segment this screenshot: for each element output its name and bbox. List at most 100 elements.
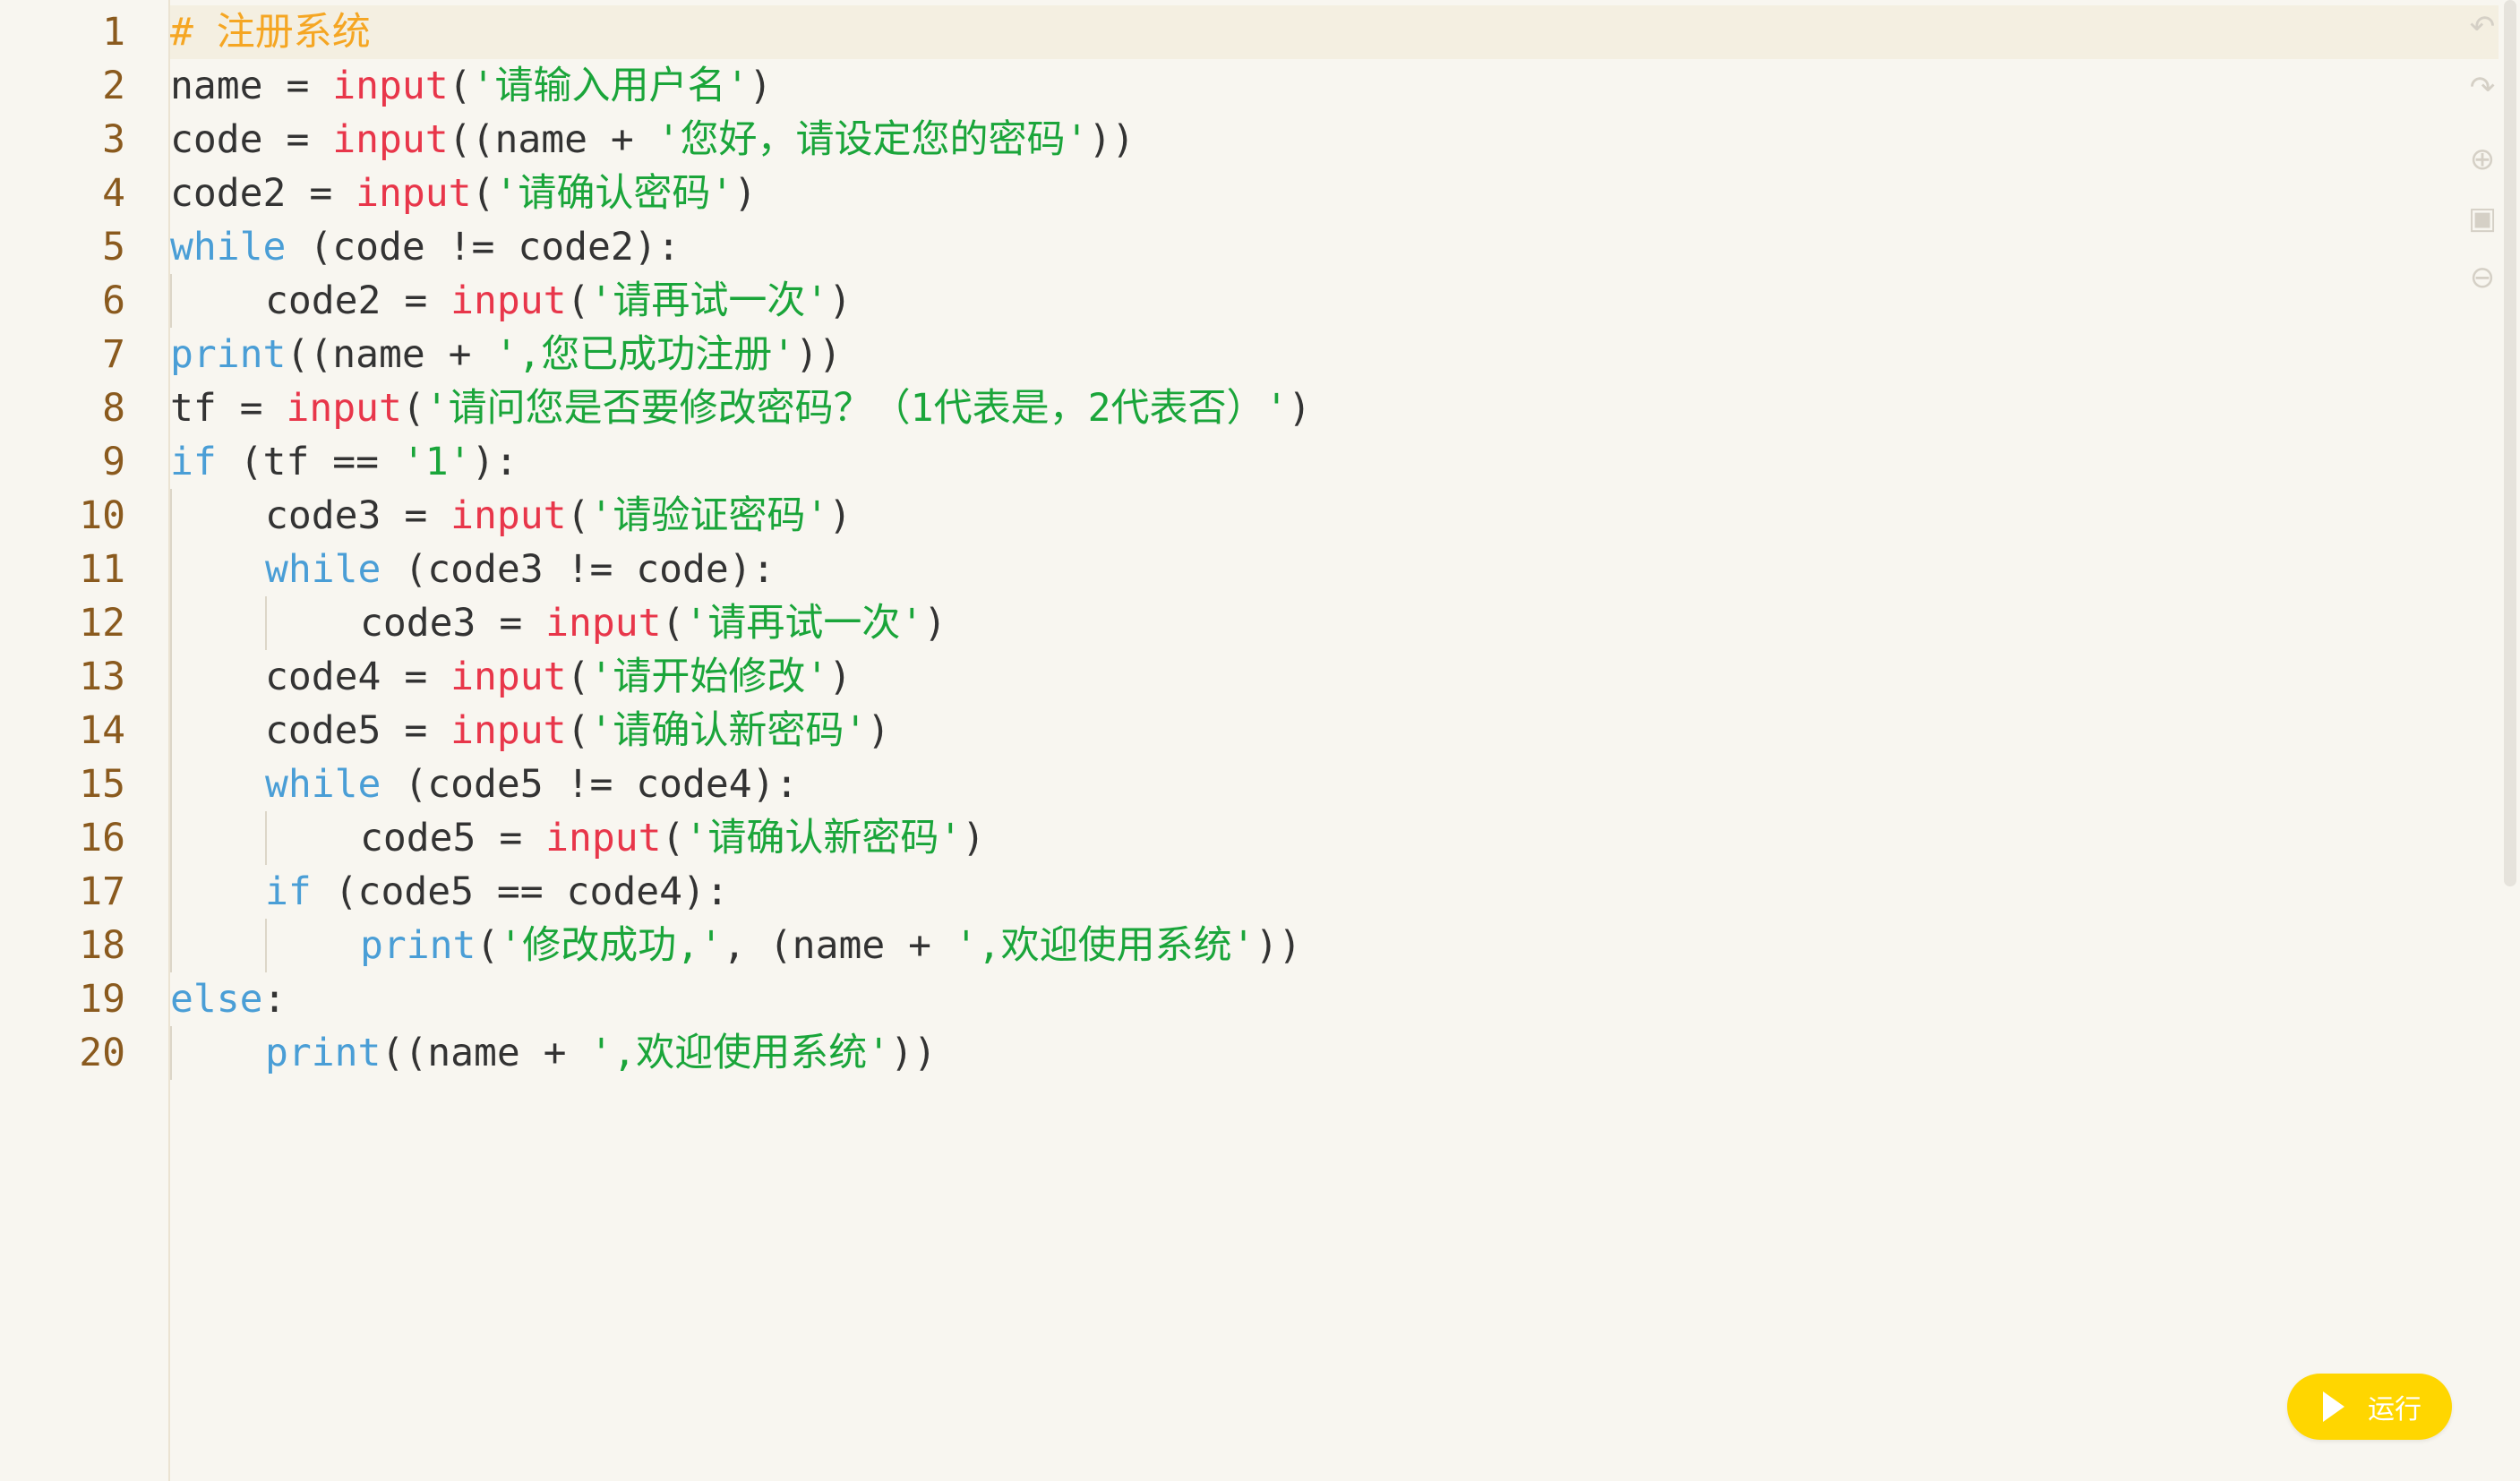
token-plain: (code5 != code4): (381, 762, 799, 807)
token-str: '请确认新密码' (589, 708, 868, 753)
vertical-scrollbar[interactable] (2504, 0, 2516, 886)
code-text[interactable]: code5 = input('请确认新密码') (360, 811, 985, 865)
token-str: ',欢迎使用系统' (589, 1031, 891, 1075)
indent-guide (170, 274, 172, 328)
token-fn: input (332, 117, 449, 162)
code-line[interactable]: 12 code3 = input('请再试一次') (0, 596, 2499, 650)
token-plain: ( (566, 708, 590, 753)
code-text[interactable]: code5 = input('请确认新密码') (265, 704, 890, 758)
code-line[interactable]: 17 if (code5 == code4): (0, 865, 2499, 919)
code-line[interactable]: 18 print('修改成功,', (name + ',欢迎使用系统')) (0, 919, 2499, 972)
token-plain: code5 = (265, 708, 451, 753)
code-line[interactable]: 5 while (code != code2): (0, 220, 2499, 274)
token-comment: # 注册系统 (170, 10, 371, 55)
indent-guide (170, 489, 172, 543)
code-text[interactable]: code = input((name + '您好，请设定您的密码')) (170, 113, 1135, 167)
code-lines[interactable]: 1 # 注册系统 2 name = input('请输入用户名') 3 code = in… (0, 5, 2499, 1080)
line-number: 17 (79, 869, 125, 914)
token-fn: input (450, 655, 567, 699)
code-text[interactable]: print((name + ',欢迎使用系统')) (265, 1026, 937, 1080)
code-line[interactable]: 14 code5 = input('请确认新密码') (0, 704, 2499, 758)
line-number: 3 (102, 117, 125, 162)
token-str: '请再试一次' (589, 278, 829, 323)
token-plain: tf = (170, 386, 287, 431)
token-str: '请确认新密码' (684, 816, 963, 860)
code-line[interactable]: 2 name = input('请输入用户名') (0, 59, 2499, 113)
token-str: '请再试一次' (684, 601, 924, 646)
code-line[interactable]: 9 if (tf == '1'): (0, 435, 2499, 489)
zoom-in-icon[interactable]: ⊕ (2464, 141, 2500, 177)
code-text[interactable]: while (code3 != code): (265, 543, 776, 596)
token-plain: )) (890, 1031, 937, 1075)
line-number: 2 (102, 64, 125, 108)
token-plain: (tf == (216, 440, 402, 484)
token-plain: ) (867, 708, 891, 753)
fullscreen-icon[interactable]: ▣ (2464, 201, 2500, 236)
token-plain: , (name + (723, 923, 955, 968)
indent-guide (170, 596, 172, 650)
code-line[interactable]: 8 tf = input('请问您是否要修改密码？（1代表是，2代表否）') (0, 381, 2499, 435)
line-number: 6 (102, 278, 125, 323)
token-plain: code2 = (265, 278, 451, 323)
token-plain: ( (661, 816, 685, 860)
code-text[interactable]: code3 = input('请再试一次') (360, 596, 947, 650)
token-kw: if (265, 869, 312, 914)
line-number: 13 (79, 655, 125, 699)
token-kw: while (265, 547, 381, 592)
code-line[interactable]: 15 while (code5 != code4): (0, 758, 2499, 811)
indent-guide (170, 758, 172, 811)
line-number: 18 (79, 923, 125, 968)
token-str: ',欢迎使用系统' (954, 923, 1256, 968)
line-number: 19 (79, 977, 125, 1022)
token-plain: )) (1088, 117, 1136, 162)
code-text[interactable]: name = input('请输入用户名') (170, 59, 772, 113)
code-text[interactable]: # 注册系统 (170, 5, 371, 59)
code-line[interactable]: 13 code4 = input('请开始修改') (0, 650, 2499, 704)
code-text[interactable]: code2 = input('请再试一次') (265, 274, 852, 328)
code-text[interactable]: else: (170, 972, 286, 1026)
token-plain: ( (566, 493, 590, 538)
code-text[interactable]: code3 = input('请验证密码') (265, 489, 852, 543)
code-text[interactable]: print('修改成功,', (name + ',欢迎使用系统')) (360, 919, 1301, 972)
code-line[interactable]: 4 code2 = input('请确认密码') (0, 167, 2499, 220)
zoom-out-icon[interactable]: ⊖ (2464, 260, 2500, 295)
line-number: 16 (79, 816, 125, 860)
token-str: '修改成功,' (499, 923, 724, 968)
code-editor[interactable]: 1 # 注册系统 2 name = input('请输入用户名') 3 code = in… (0, 0, 2520, 1481)
code-text[interactable]: if (tf == '1'): (170, 435, 518, 489)
code-line[interactable]: 11 while (code3 != code): (0, 543, 2499, 596)
code-line[interactable]: 16 code5 = input('请确认新密码') (0, 811, 2499, 865)
line-number: 12 (79, 601, 125, 646)
token-plain: ) (749, 64, 773, 108)
code-line[interactable]: 20 print((name + ',欢迎使用系统')) (0, 1026, 2499, 1080)
code-text[interactable]: code4 = input('请开始修改') (265, 650, 852, 704)
code-line[interactable]: 10 code3 = input('请验证密码') (0, 489, 2499, 543)
undo-icon[interactable]: ↶ (2464, 9, 2500, 45)
code-text[interactable]: code2 = input('请确认密码') (170, 167, 757, 220)
code-line[interactable]: 3 code = input((name + '您好，请设定您的密码')) (0, 113, 2499, 167)
code-line[interactable]: 19 else: (0, 972, 2499, 1026)
token-plain: ( (401, 386, 425, 431)
token-kw: while (170, 225, 287, 270)
code-text[interactable]: if (code5 == code4): (265, 865, 729, 919)
token-plain: code4 = (265, 655, 451, 699)
code-line[interactable]: 6 code2 = input('请再试一次') (0, 274, 2499, 328)
redo-icon[interactable]: ↷ (2464, 70, 2500, 106)
code-text[interactable]: print((name + ',您已成功注册')) (170, 328, 842, 381)
token-plain: (code5 == code4): (311, 869, 729, 914)
token-plain: ) (962, 816, 986, 860)
token-plain: code = (170, 117, 333, 162)
run-button[interactable]: 运行 (2287, 1374, 2452, 1440)
token-kw: print (360, 923, 476, 968)
code-text[interactable]: while (code5 != code4): (265, 758, 798, 811)
line-number: 14 (79, 708, 125, 753)
code-text[interactable]: tf = input('请问您是否要修改密码？（1代表是，2代表否）') (170, 381, 1311, 435)
token-str: ',您已成功注册' (494, 332, 796, 377)
code-text[interactable]: while (code != code2): (170, 220, 681, 274)
code-line[interactable]: 7 print((name + ',您已成功注册')) (0, 328, 2499, 381)
run-button-label: 运行 (2368, 1394, 2421, 1425)
code-line[interactable]: 1 # 注册系统 (0, 5, 2499, 59)
token-plain: ): (471, 440, 519, 484)
token-fn: input (286, 386, 402, 431)
token-str: '请确认密码' (494, 171, 734, 216)
